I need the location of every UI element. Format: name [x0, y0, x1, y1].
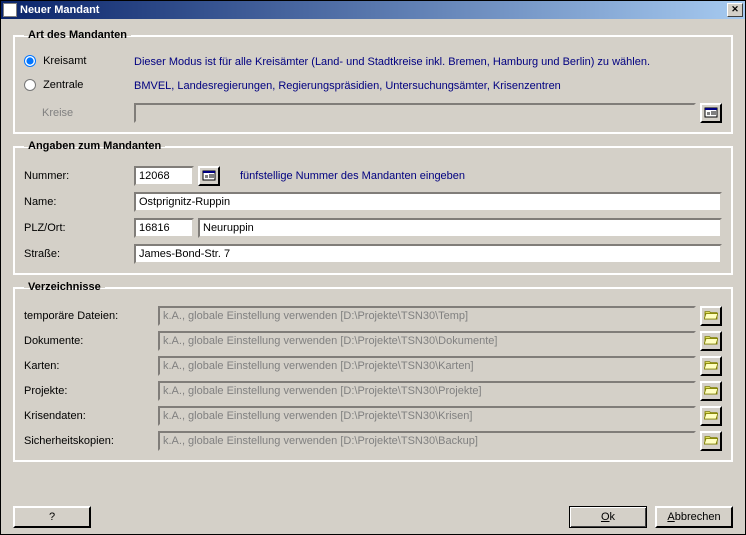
dir-browse-button[interactable]	[700, 331, 722, 351]
app-icon	[3, 3, 17, 17]
label-name: Name:	[24, 196, 134, 208]
help-button[interactable]: ?	[13, 506, 91, 528]
dir-input	[158, 381, 696, 401]
content-area: Art des Mandanten Kreisamt Dieser Modus …	[1, 19, 745, 504]
folder-open-icon	[704, 359, 718, 373]
folder-open-icon	[704, 384, 718, 398]
folder-open-icon	[704, 409, 718, 423]
radio-kreisamt[interactable]	[24, 55, 36, 67]
dir-row: Dokumente:	[24, 331, 722, 351]
cancel-button[interactable]: Abbrechen	[655, 506, 733, 528]
input-strasse[interactable]	[134, 244, 722, 264]
dir-input	[158, 356, 696, 376]
dir-row: temporäre Dateien:	[24, 306, 722, 326]
dir-browse-button[interactable]	[700, 406, 722, 426]
input-nummer[interactable]	[134, 166, 194, 186]
close-button[interactable]: ✕	[727, 3, 743, 17]
dir-label: Sicherheitskopien:	[24, 435, 154, 447]
ok-button[interactable]: Ok	[569, 506, 647, 528]
dialog-window: Neuer Mandant ✕ Art des Mandanten Kreisa…	[0, 0, 746, 535]
card-icon	[704, 106, 718, 121]
card-icon	[202, 169, 216, 184]
radio-zentrale-label: Zentrale	[43, 79, 83, 91]
folder-open-icon	[704, 434, 718, 448]
input-kreise	[134, 103, 696, 123]
dir-input	[158, 406, 696, 426]
dir-browse-button[interactable]	[700, 306, 722, 326]
dir-browse-button[interactable]	[700, 356, 722, 376]
desc-kreisamt: Dieser Modus ist für alle Kreisämter (La…	[134, 55, 654, 69]
nummer-lookup-button[interactable]	[198, 166, 220, 186]
input-name[interactable]	[134, 192, 722, 212]
dir-label: Karten:	[24, 360, 154, 372]
dir-row: Krisendaten:	[24, 406, 722, 426]
legend-art: Art des Mandanten	[24, 29, 131, 41]
radio-zentrale[interactable]	[24, 79, 36, 91]
legend-verzeichnisse: Verzeichnisse	[24, 281, 105, 293]
desc-zentrale: BMVEL, Landesregierungen, Regierungspräs…	[134, 79, 674, 93]
button-bar: ? Ok Abbrechen	[1, 504, 745, 534]
dir-row: Projekte:	[24, 381, 722, 401]
window-title: Neuer Mandant	[20, 4, 727, 16]
dir-input	[158, 431, 696, 451]
dir-browse-button[interactable]	[700, 381, 722, 401]
label-strasse: Straße:	[24, 248, 134, 260]
titlebar: Neuer Mandant ✕	[1, 1, 745, 19]
label-plzort: PLZ/Ort:	[24, 222, 134, 234]
dir-label: Projekte:	[24, 385, 154, 397]
dir-label: Krisendaten:	[24, 410, 154, 422]
dir-label: Dokumente:	[24, 335, 154, 347]
input-plz[interactable]	[134, 218, 194, 238]
group-verzeichnisse: Verzeichnisse temporäre Dateien: Dokument…	[13, 281, 733, 462]
group-angaben: Angaben zum Mandanten Nummer: fünfstelli…	[13, 140, 733, 275]
input-ort[interactable]	[198, 218, 722, 238]
label-kreise: Kreise	[24, 107, 134, 119]
dir-label: temporäre Dateien:	[24, 310, 154, 322]
dir-browse-button[interactable]	[700, 431, 722, 451]
dir-input	[158, 306, 696, 326]
folder-open-icon	[704, 334, 718, 348]
legend-angaben: Angaben zum Mandanten	[24, 140, 165, 152]
hint-nummer: fünfstellige Nummer des Mandanten eingeb…	[240, 169, 465, 183]
dir-row: Karten:	[24, 356, 722, 376]
radio-kreisamt-label: Kreisamt	[43, 55, 86, 67]
dir-input	[158, 331, 696, 351]
group-art-des-mandanten: Art des Mandanten Kreisamt Dieser Modus …	[13, 29, 733, 134]
label-nummer: Nummer:	[24, 170, 134, 182]
kreise-browse-button[interactable]	[700, 103, 722, 123]
folder-open-icon	[704, 309, 718, 323]
dir-row: Sicherheitskopien:	[24, 431, 722, 451]
